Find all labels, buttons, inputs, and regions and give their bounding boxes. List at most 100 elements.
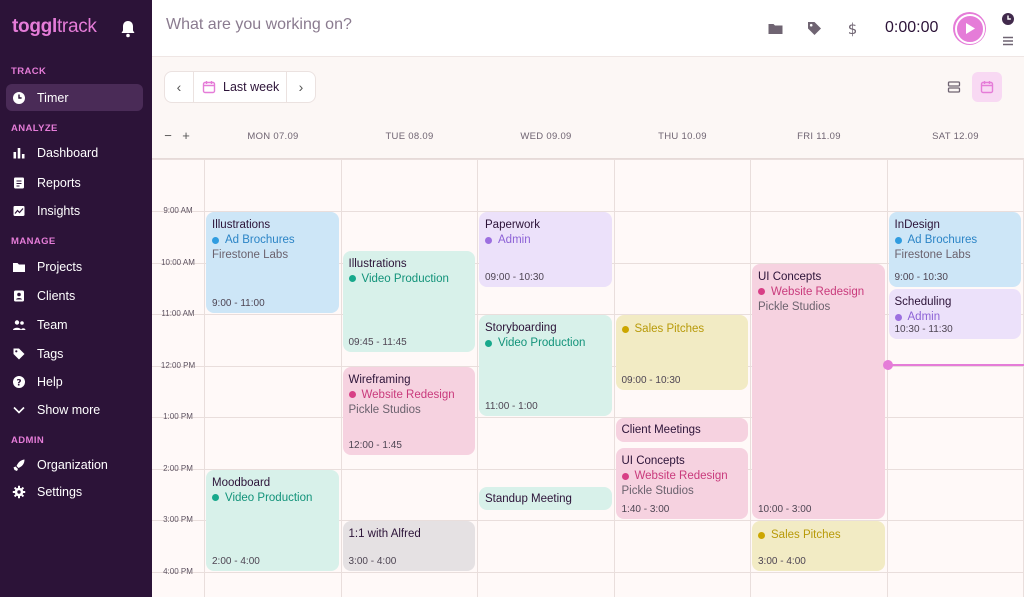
entry-project-name: Website Redesign (771, 285, 865, 298)
entry-description: Storyboarding (485, 322, 557, 334)
logo-bold: toggl (12, 16, 57, 37)
description-input[interactable] (166, 16, 566, 34)
time-entry[interactable]: Moodboard Video Production 2:00 - 4:00 (206, 469, 339, 571)
time-entry[interactable]: Sales Pitches 3:00 - 4:00 (752, 521, 885, 571)
sidebar-item-team[interactable]: Team (6, 311, 143, 338)
timer-mode-icon[interactable] (1001, 12, 1015, 26)
previous-week-button[interactable]: ‹ (165, 72, 193, 102)
zoom-in-button[interactable]: + (179, 129, 193, 143)
entry-project: Ad Brochures (894, 232, 1016, 248)
sidebar-item-reports[interactable]: Reports (6, 169, 143, 196)
sidebar-item-label: Help (37, 374, 63, 389)
hour-label: 1:00 PM (163, 412, 193, 421)
time-entry[interactable]: Storyboarding Video Production 11:00 - 1:0… (479, 315, 612, 416)
clock-icon (12, 91, 26, 105)
sidebar-item-help[interactable]: ? Help (6, 368, 143, 395)
nav-section-manage: MANAGE (11, 236, 56, 247)
day-divider (477, 159, 478, 597)
entry-project: Admin (485, 232, 606, 248)
reports-icon (12, 176, 26, 190)
sidebar-item-show-more[interactable]: Show more (6, 396, 143, 423)
entry-project: Website Redesign (348, 387, 470, 403)
sidebar-item-organization[interactable]: Organization (6, 451, 143, 478)
day-header: SAT 12.09 (932, 131, 979, 142)
sidebar: toggltrack TRACK Timer ANALYZE Dashboard Rep… (0, 0, 152, 597)
next-week-button[interactable]: › (287, 72, 315, 102)
sidebar-item-insights[interactable]: Insights (6, 197, 143, 224)
nav-section-track: TRACK (11, 66, 47, 77)
nav-section-admin: ADMIN (11, 435, 45, 446)
entry-duration: 2:00 - 4:00 (212, 555, 260, 567)
time-entry[interactable]: Illustrations Ad Brochures Firestone Labs 9… (206, 212, 339, 313)
sidebar-item-label: Show more (37, 402, 101, 417)
start-timer-button[interactable] (953, 12, 986, 45)
entry-project-name: Video Production (225, 491, 313, 504)
calendar-grid[interactable]: 9:00 AM 10:00 AM 11:00 AM 12:00 PM 1:00 PM 2:… (152, 158, 1024, 597)
toggl-track-logo[interactable]: toggltrack (12, 16, 97, 38)
project-color-dot (348, 391, 356, 398)
time-entry[interactable]: Sales Pitches 09:00 - 10:30 (615, 315, 748, 391)
time-entry[interactable]: Client Meetings (615, 418, 748, 442)
time-entry[interactable]: InDesign Ad Brochures Firestone Labs 9:00 -… (888, 212, 1021, 288)
entry-duration: 3:00 - 4:00 (348, 555, 397, 567)
day-header: WED 09.09 (520, 131, 572, 142)
entry-description: 1:1 with Alfred (348, 528, 421, 540)
calendar-view-icon (980, 81, 994, 94)
entry-project-name: Video Production (361, 272, 449, 285)
sidebar-item-label: Insights (37, 203, 81, 218)
project-color-dot (894, 236, 902, 244)
entry-project-name: Ad Brochures (225, 234, 295, 246)
time-entry[interactable]: Wireframing Website Redesign Pickle Studio… (342, 366, 475, 455)
time-entry[interactable]: Scheduling Admin 10:30 - 11:30 (888, 289, 1021, 339)
sidebar-item-tags[interactable]: Tags (6, 340, 143, 367)
bell-icon[interactable] (120, 20, 136, 38)
entry-duration: 09:00 - 10:30 (621, 375, 681, 387)
sidebar-item-clients[interactable]: Clients (6, 282, 143, 309)
tag-icon[interactable] (806, 20, 823, 37)
time-entry[interactable]: Standup Meeting (479, 486, 612, 511)
entry-client: Firestone Labs (894, 249, 971, 261)
entry-project: Video Production (212, 490, 333, 506)
time-entry[interactable]: Paperwork Admin 09:00 - 10:30 (479, 212, 612, 288)
calendar-view-button[interactable] (972, 72, 1002, 102)
team-icon (12, 318, 26, 332)
entry-project-name: Website Redesign (634, 470, 728, 483)
entry-project-name: Video Production (498, 337, 586, 349)
svg-text:?: ? (16, 378, 21, 388)
list-view-button[interactable] (939, 72, 969, 102)
dashboard-icon (12, 146, 26, 160)
time-entry[interactable]: 1:1 with Alfred 3:00 - 4:00 (342, 521, 475, 571)
entry-description: Scheduling (894, 296, 952, 309)
time-entry[interactable]: UI Concepts Website Redesign Pickle Studio… (615, 448, 748, 519)
entry-project-name: Admin (498, 234, 531, 246)
entry-duration: 3:00 - 4:00 (758, 555, 806, 567)
hour-label: 9:00 AM (163, 206, 193, 215)
manual-mode-icon[interactable] (1001, 34, 1015, 48)
project-color-dot (485, 236, 492, 244)
period-picker[interactable]: Last week (193, 72, 287, 102)
entry-project-name: Ad Brochures (907, 234, 978, 246)
sidebar-item-label: Tags (37, 346, 64, 361)
project-color-dot (758, 531, 765, 539)
entry-description: UI Concepts (758, 270, 822, 283)
sidebar-item-settings[interactable]: Settings (6, 478, 143, 505)
hour-label: 11:00 AM (161, 309, 195, 318)
sidebar-item-dashboard[interactable]: Dashboard (6, 139, 143, 166)
project-color-dot (212, 494, 219, 501)
hour-label: 3:00 PM (163, 515, 193, 524)
entry-project: Website Redesign (758, 284, 879, 300)
entry-description: Paperwork (485, 219, 540, 231)
gear-icon (12, 485, 26, 499)
time-entry[interactable]: UI Concepts Website Redesign Pickle Studio… (752, 263, 885, 519)
project-folder-icon[interactable] (767, 20, 784, 37)
hour-label: 4:00 PM (163, 566, 193, 576)
sidebar-item-projects[interactable]: Projects (6, 253, 143, 280)
time-entry[interactable]: Illustrations Video Production 09:45 - 11:… (342, 250, 475, 352)
zoom-out-button[interactable]: − (161, 129, 175, 143)
entry-description: InDesign (894, 219, 940, 231)
sidebar-item-timer[interactable]: Timer (6, 84, 143, 111)
timer-bar: $ 0:00:00 (152, 0, 1024, 57)
entry-duration: 09:00 - 10:30 (485, 272, 544, 284)
entry-client: Pickle Studios (621, 485, 694, 498)
billable-dollar-icon[interactable]: $ (844, 20, 861, 37)
